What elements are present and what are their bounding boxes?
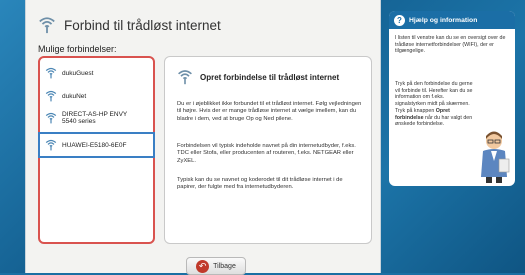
help-paragraph-2-text: Tryk på den forbindelse du gerne vil for… [395, 81, 473, 114]
back-arrow-icon: ↶ [196, 259, 210, 273]
connect-wifi-window: Forbind til trådløst internet Mulige for… [25, 0, 381, 275]
window-header: Forbind til trådløst internet [38, 14, 221, 36]
back-button-label: Tilbage [213, 262, 236, 270]
network-name: dukuNet [62, 92, 87, 100]
wifi-icon [45, 139, 57, 151]
info-paragraph-2: Forbindelsen vil typisk indeholde navnet… [177, 143, 356, 164]
help-paragraph-1: I listen til venstre kan du se en oversi… [395, 35, 506, 55]
info-header: Opret forbindelse til trådløst internet [177, 69, 339, 85]
page-title: Forbind til trådløst internet [64, 17, 221, 33]
network-list: dukuGuest dukuNet DIRECT-AS-HP ENVY 5540… [38, 56, 155, 244]
network-name: DIRECT-AS-HP ENVY 5540 series [62, 111, 128, 125]
help-title: Hjælp og information [409, 16, 478, 24]
helper-character-icon [481, 131, 510, 183]
back-button[interactable]: ↶ Tilbage [186, 257, 246, 275]
wifi-icon [178, 70, 192, 85]
help-panel: ? Hjælp og information I listen til vens… [389, 11, 515, 186]
network-name: dukuGuest [62, 69, 94, 77]
wifi-icon [45, 90, 57, 102]
question-icon: ? [394, 14, 405, 26]
network-item-direct-hp[interactable]: DIRECT-AS-HP ENVY 5540 series [45, 111, 148, 125]
network-item-dukunet[interactable]: dukuNet [45, 90, 148, 102]
wifi-icon [39, 17, 55, 34]
network-item-dukuguest[interactable]: dukuGuest [45, 67, 148, 79]
help-paragraph-2: Tryk på den forbindelse du gerne vil for… [395, 81, 473, 128]
wifi-icon [45, 112, 57, 124]
network-item-huawei[interactable]: HUAWEI-E5180-6E0F [38, 132, 155, 158]
info-paragraph-1: Du er i øjeblikket ikke forbundet til et… [177, 101, 362, 122]
available-networks-label: Mulige forbindelser: [38, 44, 117, 54]
help-header: ? Hjælp og information [389, 11, 515, 29]
connection-info-panel: Opret forbindelse til trådløst internet … [164, 56, 372, 244]
network-name: HUAWEI-E5180-6E0F [62, 141, 127, 149]
wifi-icon [45, 67, 57, 79]
info-title: Opret forbindelse til trådløst internet [200, 72, 340, 82]
info-paragraph-3: Typisk kan du se navnet og koderodet til… [177, 177, 343, 191]
